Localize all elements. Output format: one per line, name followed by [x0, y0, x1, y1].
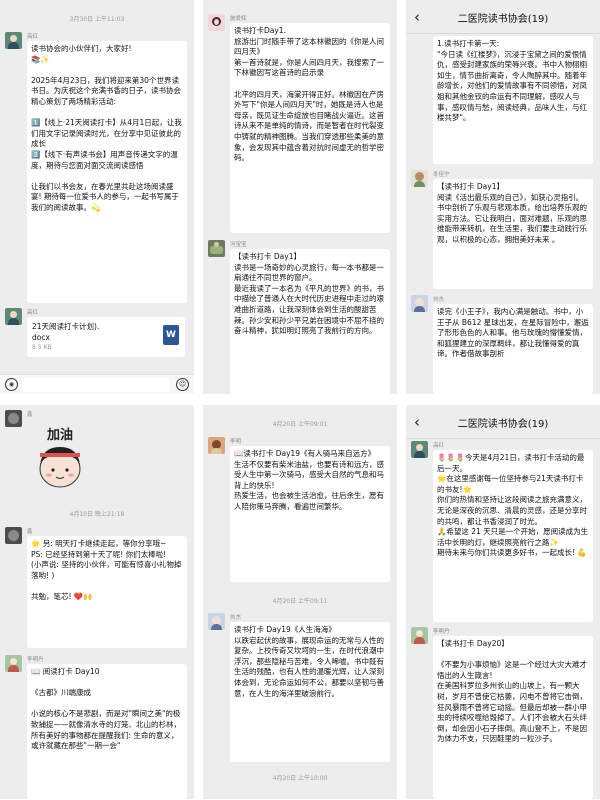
sender-name: 鑫	[27, 412, 33, 418]
chat-panel-3[interactable]: ‹ 二医院读书协会(19) 1.读书打卡第一天: "今日读《红楼梦》，沉浸于宝黛…	[406, 0, 600, 394]
sender-name: 李明丹	[433, 629, 450, 635]
file-name: 21天阅读打卡计划). docx	[32, 322, 100, 342]
message-bubble[interactable]: 【读书打卡 Day20】 《不要为小事烦恼》这是一个经过大灾大难才悟出的人生箴言…	[433, 636, 593, 799]
avatar[interactable]	[208, 613, 225, 630]
message-bubble[interactable]: 1.读书打卡第一天: "今日读《红楼梦》，沉浸于宝黛之间的爱恨情仇，感受封建家族…	[433, 36, 593, 164]
sender-name: 李明丹	[27, 657, 44, 663]
chat-panel-1[interactable]: 3月30日 上午11:03 高红 读书协会的小伙伴们，大家好! 📚✨ 2025年…	[0, 0, 194, 394]
sender-name: 冯宝宝	[230, 242, 247, 248]
emoji-icon[interactable]: ☺	[176, 378, 189, 391]
screenshot-collage: 3月30日 上午11:03 高红 读书协会的小伙伴们，大家好! 📚✨ 2025年…	[0, 0, 600, 800]
group-title: 二医院读书协会(19)	[457, 419, 549, 430]
message-bubble[interactable]: 【读书打卡 Day1】 阅读《活出最乐观的自己》，如获心灵指引。书中剖析了乐观与…	[433, 179, 593, 289]
message-bubble[interactable]: 📖 阅读打卡 Day10 《古都》川端康成 小说的核心不是悲剧，而是对"瞬间之美…	[27, 664, 187, 799]
avatar[interactable]	[5, 410, 22, 427]
message-bubble[interactable]: 读完《小王子》，我内心满是触动。书中，小王子从 B612 星球出发，在星际冒险中…	[433, 304, 593, 394]
avatar[interactable]	[208, 14, 225, 31]
sender-name: 刘杰	[230, 615, 242, 621]
sender-name: 冬佳宁	[433, 172, 450, 178]
chat-panel-5[interactable]: 4月20日 上午09:01 李明 📖读书打卡 Day19《有人骑马来自远方》 生…	[203, 405, 397, 799]
cheer-sticker: 加油	[39, 427, 81, 488]
sender-name: 高红	[27, 34, 39, 40]
message-input[interactable]	[22, 378, 170, 392]
avatar[interactable]	[5, 655, 22, 672]
sender-name: 高红	[433, 443, 445, 449]
chat-panel-6[interactable]: ‹ 二医院读书协会(19) 高红 🌷🌷🌷今天是4月21日，读书打卡活动的最后一天…	[406, 405, 600, 799]
chat-timestamp: 4月20日 上午10:00	[272, 775, 328, 782]
avatar[interactable]	[208, 240, 225, 257]
file-message[interactable]: 21天阅读打卡计划). docx 8.5 KB W	[27, 317, 185, 357]
sticker-text: 加油	[46, 427, 73, 443]
sender-name: 高红	[27, 310, 39, 316]
avatar[interactable]	[5, 308, 22, 325]
sender-name: 李明	[230, 439, 242, 445]
sender-name: 鑫	[27, 529, 33, 535]
chat-timestamp: 4月10日 晚上21:18	[69, 511, 125, 518]
avatar[interactable]	[411, 627, 428, 644]
file-size: 8.5 KB	[32, 344, 52, 351]
message-bubble[interactable]: 📖读书打卡 Day19《有人骑马来自远方》 生活不仅要有柴米油盐，也要有诗和远方…	[230, 446, 390, 582]
message-bubble[interactable]: 【读书打卡 Day1】 读书是一场奇妙的心灵旅行，每一本书都是一扇通往不同世界的…	[230, 249, 390, 394]
avatar[interactable]	[5, 527, 22, 544]
chat-input-bar: ◉ ☺	[0, 374, 194, 394]
chat-header: ‹ 二医院读书协会(19)	[406, 0, 600, 34]
voice-icon[interactable]: ◉	[5, 378, 18, 391]
avatar[interactable]	[5, 32, 22, 49]
sender-name: 施爱辉	[230, 16, 247, 22]
message-bubble[interactable]: 读书打卡 Day19《人生海海》 以跌宕起伏的故事，展现命运的无常与人性的复杂。…	[230, 622, 390, 762]
message-bubble[interactable]: 读书打卡Day1. 旅游出门时随手带了这本林徽因的《你是人间四月天》 第一首诗就…	[230, 23, 390, 233]
chat-timestamp: 3月30日 上午11:03	[69, 16, 125, 23]
chat-header: ‹ 二医院读书协会(19)	[406, 405, 600, 439]
chat-panel-4[interactable]: 鑫 加油 4月10日 晚上21:18 鑫 🌟 另: 明天打卡继续走起，等你分享哦…	[0, 405, 194, 799]
message-bubble[interactable]: 读书协会的小伙伴们，大家好! 📚✨ 2025年4月23日，我们将迎来第30个世界…	[27, 41, 187, 303]
message-bubble[interactable]: 🌟 另: 明天打卡继续走起，等你分享哦~ PS: 已经坚持到第十天了呢! 你们太…	[27, 536, 187, 648]
avatar[interactable]	[208, 437, 225, 454]
word-document-icon: W	[163, 325, 179, 345]
chat-timestamp: 4月20日 上午09:01	[272, 421, 328, 428]
avatar[interactable]	[411, 170, 428, 187]
avatar[interactable]	[411, 441, 428, 458]
sender-name: 刘杰	[433, 297, 445, 303]
avatar[interactable]	[411, 295, 428, 312]
chat-timestamp: 4月20日 上午09:11	[272, 598, 328, 605]
group-title: 二医院读书协会(19)	[457, 14, 549, 25]
chat-panel-2[interactable]: 施爱辉 读书打卡Day1. 旅游出门时随手带了这本林徽因的《你是人间四月天》 第…	[203, 0, 397, 394]
message-bubble[interactable]: 🌷🌷🌷今天是4月21日，读书打卡活动的最后一天。 🌟在这里感谢每一位坚持参与21…	[433, 450, 593, 622]
